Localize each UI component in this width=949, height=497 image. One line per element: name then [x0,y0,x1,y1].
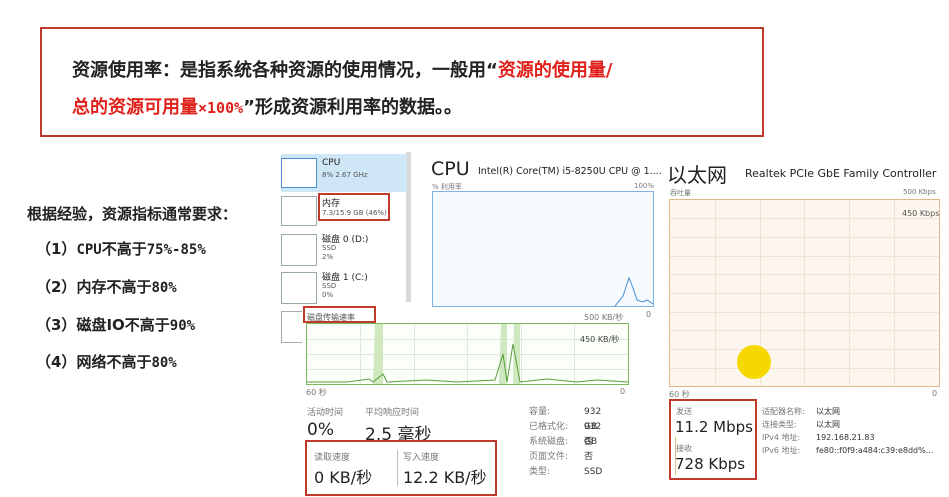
ethernet-title: 以太网 [667,163,727,187]
send-value: 11.2 Mbps [675,418,753,436]
thumbnail-fragment [281,311,302,343]
memory-highlight-box [318,193,390,221]
disk-properties: 容量: 932 GB 已格式化: 932 GB 系统磁盘: 否 页面文件: 否 类型: S… [529,407,603,477]
disk-thumbnail [281,272,317,304]
sidebar-item-detail: 8% 2.67 GHz [322,171,368,179]
definition-percent: ×100% [198,99,244,117]
ethernet-throughput-graph [669,199,940,387]
cpu-title: CPU [431,158,470,180]
definition-highlight-2: 总的资源可用量 [72,97,198,118]
definition-text: 资源使用率：是指系统各种资源的使用情况，一般用“ [72,60,498,81]
cursor-highlight [737,345,771,379]
divider [397,450,398,486]
definition-suffix: ”形成资源利用率的数据。。 [243,97,462,118]
write-speed-value: 12.2 KB/秒 [403,468,487,487]
disk-graph-mid: 450 KB/秒 [580,335,620,344]
throughput-label: 吞吐量 [670,189,691,197]
cpu-graph-svg [614,276,654,307]
receive-value: 728 Kbps [675,455,746,473]
cpu-thumbnail [281,158,317,188]
sidebar-item-detail: 2% [322,253,334,261]
read-speed-label: 读取速度 [314,453,351,463]
disk-activity-line [307,343,628,383]
disk-transfer-graph [306,323,629,385]
cpu-graph-zero: 0 [646,310,652,319]
cpu-model: Intel(R) Core(TM) i5-8250U CPU @ 1.... [478,166,662,177]
sidebar-item-detail: SSD [322,282,337,290]
send-label: 发送 [676,407,692,416]
memory-thumbnail [281,196,317,226]
requirement-item: （4）网络不高于80% [36,353,177,371]
requirement-item: （2）内存不高于80% [36,278,177,296]
disk-graph-zero: 0 [620,387,626,396]
definition-line-1: 资源使用率：是指系统各种资源的使用情况，一般用“资源的使用量/ [72,56,612,82]
ethernet-properties: 适配器名称: 以太网 连接类型: 以太网 IPv4 地址: 192.168.21.83… [762,407,934,455]
disk-transfer-highlight-box [303,306,376,323]
disk-graph-max: 500 KB/秒 [584,313,624,322]
definition-box: 资源使用率：是指系统各种资源的使用情况，一般用“资源的使用量/ 总的资源可用量×… [40,27,764,137]
definition-line-2: 总的资源可用量×100%”形成资源利用率的数据。。 [72,93,462,119]
requirement-item: （1）CPU不高于75%-85% [36,240,206,258]
cpu-utilization-graph [432,191,654,307]
write-speed-label: 写入速度 [403,453,440,463]
cpu-axis-max: 100% [634,182,655,190]
response-time-label: 平均响应时间 [365,408,420,418]
sidebar-item-detail: 0% [322,291,334,299]
active-time-value: 0% [307,420,334,440]
requirement-item: （3）磁盘IO不高于90% [36,316,196,334]
read-speed-value: 0 KB/秒 [314,468,373,487]
ethernet-graph-max: 500 Kbps [903,188,936,196]
disk-time-label: 60 秒 [306,388,327,397]
ethernet-graph-zero: 0 [932,389,938,398]
sidebar-item-detail: SSD [322,244,337,252]
definition-highlight: 资源的使用量/ [497,60,613,81]
requirements-heading: 根据经验，资源指标通常要求： [27,205,238,223]
receive-label: 接收 [676,444,692,453]
cpu-usage-line [614,276,654,307]
sidebar-item-disk-1[interactable]: 磁盘 1 (C:) SSD 0% [281,270,407,306]
sidebar-item-label: CPU [322,158,341,168]
disk-thumbnail [281,234,317,266]
active-time-label: 活动时间 [307,408,344,418]
sidebar-item-cpu[interactable]: CPU 8% 2.67 GHz [281,154,407,192]
ethernet-adapter: Realtek PCIe GbE Family Controller [745,167,937,180]
sidebar-item-disk-0[interactable]: 磁盘 0 (D:) SSD 2% [281,232,407,268]
ethernet-graph-mid: 450 Kbps [902,209,940,218]
disk-graph-svg [307,324,628,384]
